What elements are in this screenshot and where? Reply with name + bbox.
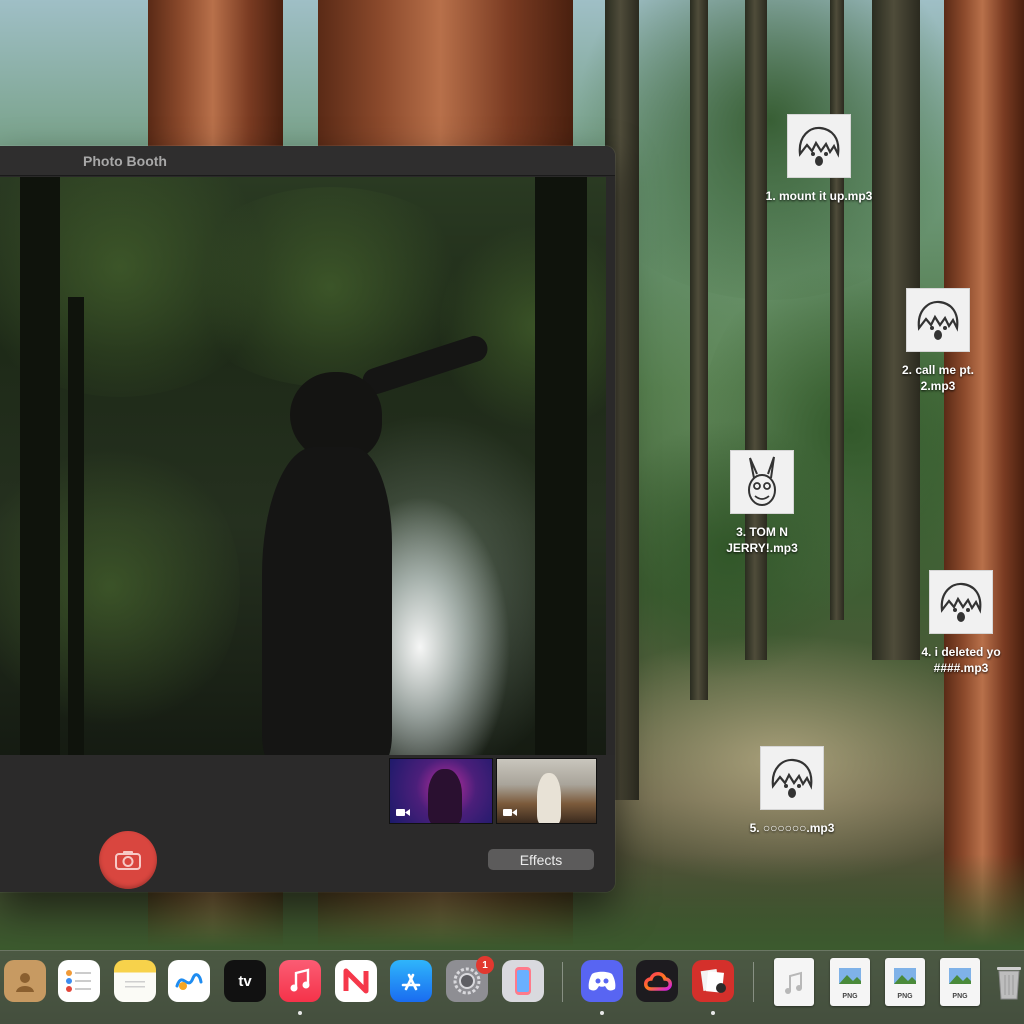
dock-trash[interactable] [994,960,1024,1002]
dock-document-audio[interactable] [774,958,814,1006]
notification-badge: 1 [476,956,494,974]
running-indicator [600,1011,604,1015]
photo-booth-window: Photo Booth Effects [0,146,615,892]
dock-photo-booth[interactable] [692,960,734,1002]
dock-music[interactable] [279,960,321,1002]
file-label: 3. TOM N JERRY!.mp3 [726,525,798,555]
dock-discord[interactable] [581,960,623,1002]
dock-separator [562,962,563,1002]
dock-apple-tv[interactable]: tv [224,960,266,1002]
creative-cloud-icon [644,972,672,991]
dock-document-png-3[interactable]: PNG [940,958,980,1006]
music-icon [290,968,310,992]
file-label: 2. call me pt. 2.mp3 [901,363,975,393]
window-title: Photo Booth [83,153,167,169]
dock-iphone-mirroring[interactable] [502,960,544,1002]
cartoon-bunny-icon [730,450,794,514]
effects-button[interactable]: Effects [488,849,594,870]
running-indicator [298,1011,302,1015]
desktop-file-4[interactable]: 4. i deleted yo ####.mp3 [891,570,1024,676]
dock-document-png-1[interactable]: PNG [830,958,870,1006]
dock-freeform[interactable] [168,960,210,1002]
cartoon-face-icon [929,570,993,634]
reminders-icon [66,970,91,992]
apple-tv-icon: tv [238,972,252,990]
thumbnail-1[interactable] [389,758,493,824]
dock-reminders[interactable] [58,960,100,1002]
desktop-file-3[interactable]: 3. TOM N JERRY!.mp3 [692,450,832,556]
audio-file-icon [785,971,802,994]
iphone-mirroring-icon [515,967,531,995]
running-indicator [711,1011,715,1015]
camera-icon [115,851,141,870]
contacts-icon [16,973,34,992]
thumbnail-2[interactable] [496,758,597,824]
dock-app-store[interactable] [390,960,432,1002]
dock-contacts[interactable] [4,960,46,1002]
file-label: 1. mount it up.mp3 [765,189,873,203]
discord-icon [588,971,616,991]
file-label: 5. ○○○○○○.mp3 [749,821,835,835]
desktop-file-2[interactable]: 2. call me pt. 2.mp3 [868,288,1008,394]
notes-icon [125,981,145,988]
dock-document-png-2[interactable]: PNG [885,958,925,1006]
cartoon-face-icon [906,288,970,352]
file-label: 4. i deleted yo ####.mp3 [921,645,1001,675]
video-camera-icon [396,809,410,816]
news-icon [343,968,369,994]
trash-icon [997,967,1021,1000]
cartoon-face-icon [787,114,851,178]
photo-booth-icon [700,968,726,993]
desktop-file-1[interactable]: 1. mount it up.mp3 [749,114,889,204]
dock-separator [753,962,754,1002]
freeform-icon [175,973,203,990]
app-store-icon [401,973,421,991]
dock-notes[interactable] [114,960,156,1002]
cartoon-face-icon [760,746,824,810]
window-titlebar[interactable]: Photo Booth [0,146,615,176]
person-body [262,447,392,755]
dock-news[interactable] [335,960,377,1002]
dock-creative-cloud[interactable] [636,960,678,1002]
take-photo-button[interactable] [99,831,157,889]
desktop-file-5[interactable]: 5. ○○○○○○.mp3 [722,746,862,836]
camera-preview [0,177,606,755]
video-camera-icon [503,809,517,816]
